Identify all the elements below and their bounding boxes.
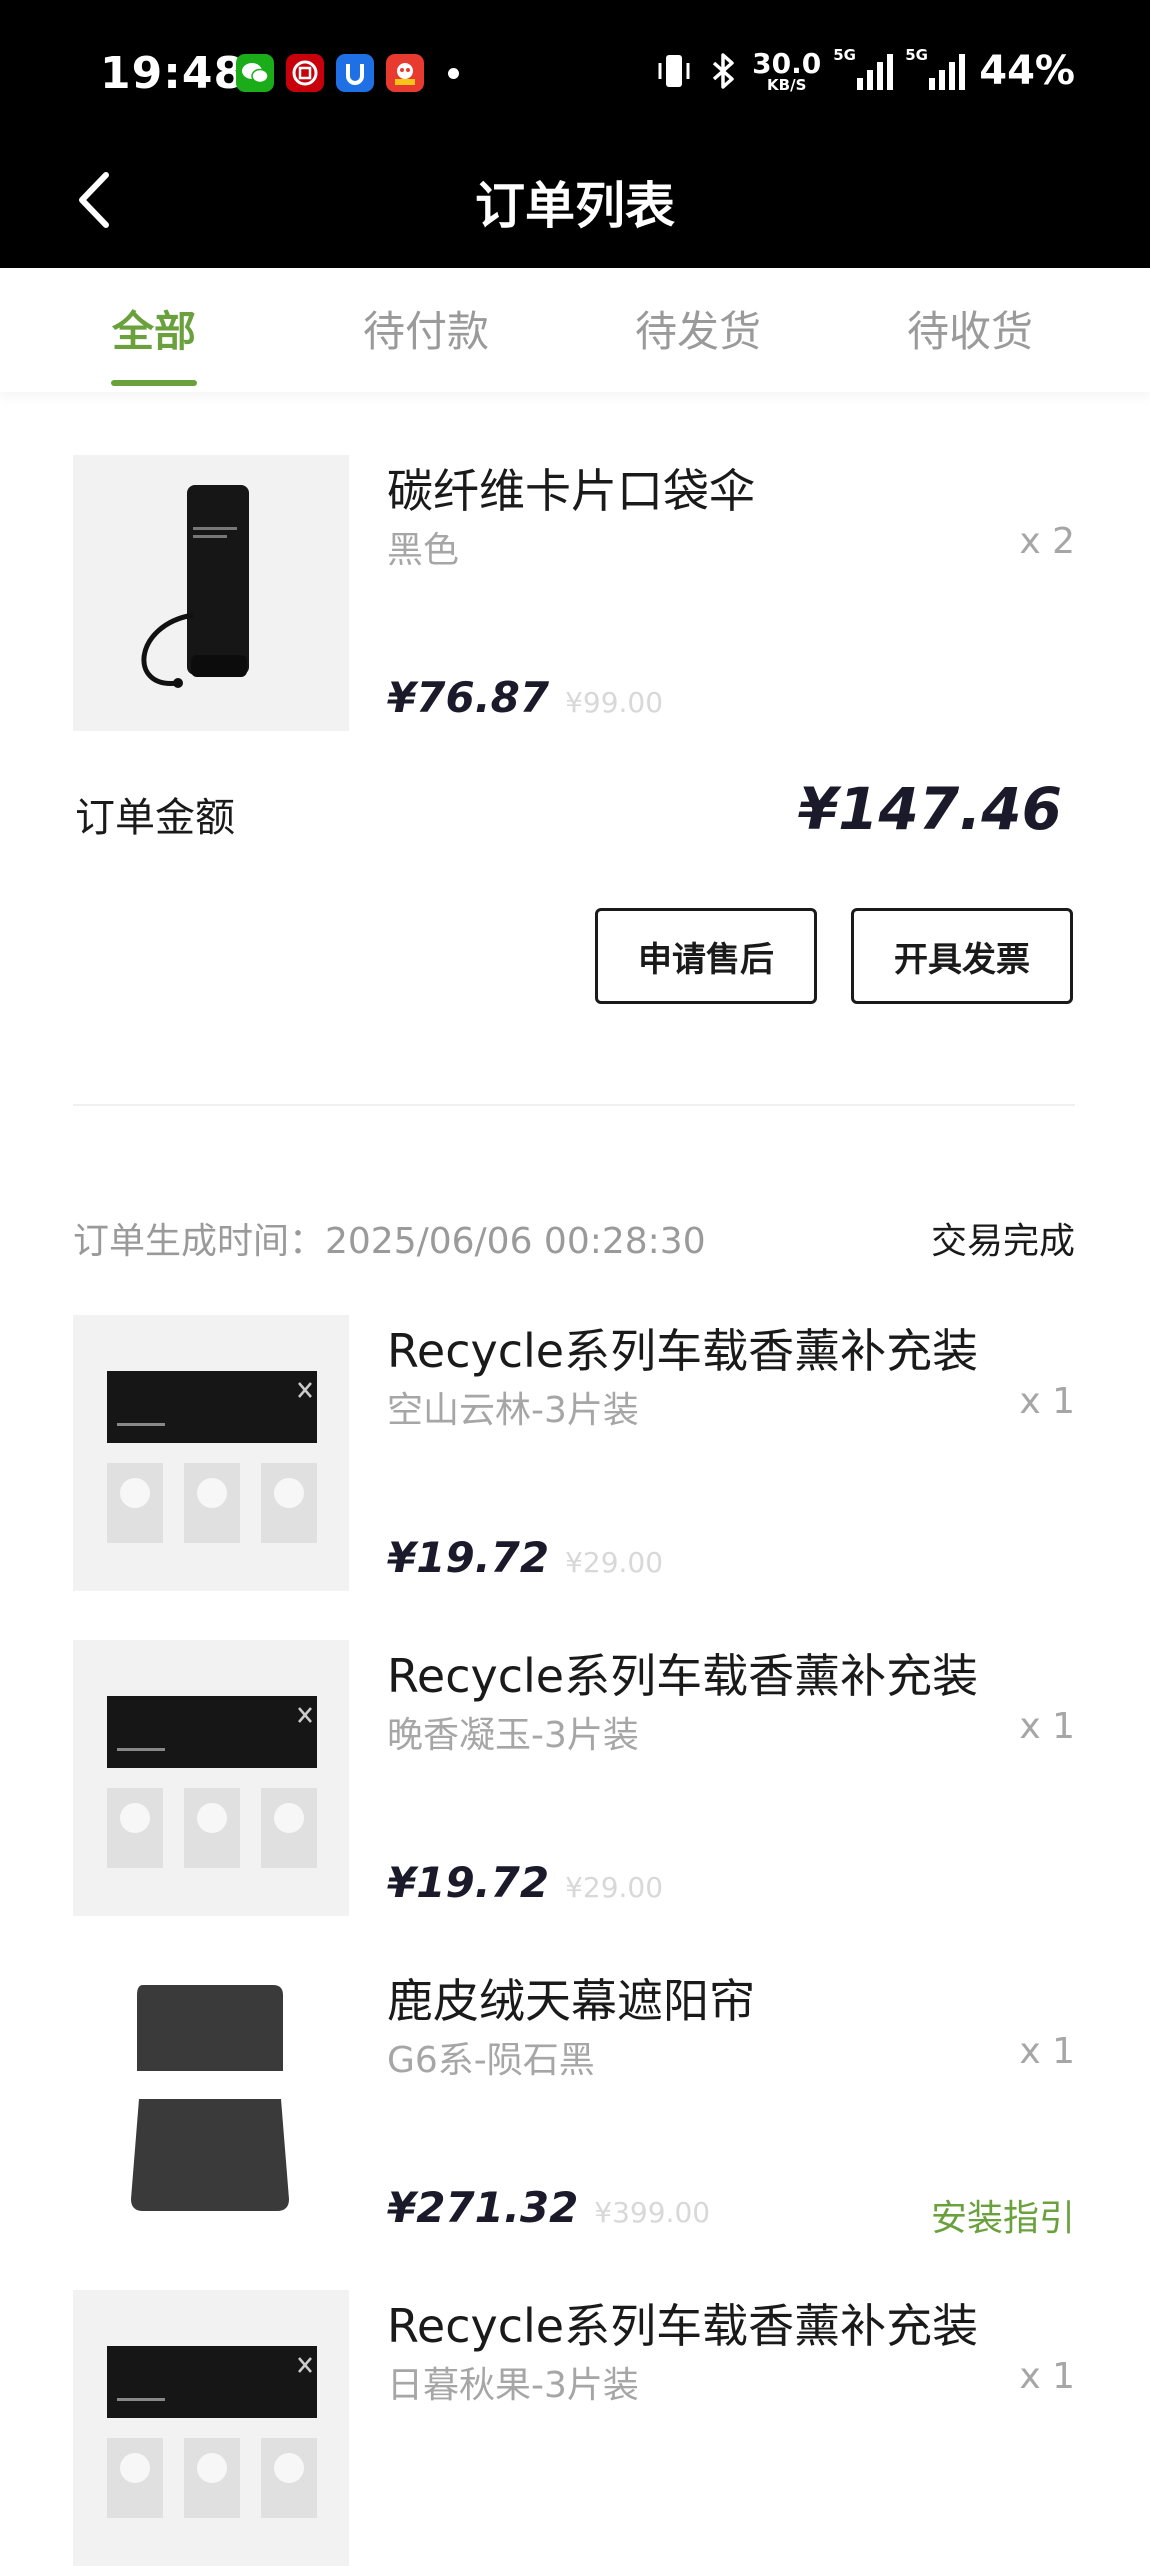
order-item[interactable]: Recycle系列车载香薰补充装 日暮秋果-3片装 x 1 bbox=[73, 2290, 1075, 2566]
status-time: 19:48 bbox=[100, 48, 246, 99]
tab-all[interactable]: 全部 bbox=[54, 298, 254, 359]
product-quantity: x 2 bbox=[1019, 521, 1075, 562]
order-created-time: 订单生成时间：2025/06/06 00:28:30 bbox=[73, 1221, 706, 1262]
product-name: Recycle系列车载香薰补充装 bbox=[387, 1324, 979, 1378]
order-total-label: 订单金额 bbox=[75, 795, 235, 841]
order-item[interactable]: Recycle系列车载香薰补充装 晚香凝玉-3片装 x 1 ¥19.72 ¥29.… bbox=[73, 1640, 1075, 1916]
product-original-price: ¥29.00 bbox=[565, 1871, 664, 1904]
order-status: 交易完成 bbox=[930, 1221, 1075, 1262]
after-sales-button[interactable]: 申请售后 bbox=[595, 908, 817, 1004]
net-speed-unit: KB/S bbox=[767, 75, 807, 94]
top-bar: 19:48 30.0 KB/S 5G 5G 44% 订单列表 bbox=[0, 0, 1150, 268]
net-speed-value: 30.0 bbox=[752, 46, 822, 80]
signal-icon-1: 5G bbox=[833, 46, 894, 90]
product-spec: 黑色 bbox=[387, 530, 460, 571]
app-red-icon bbox=[386, 54, 424, 92]
network-speed: 30.0 KB/S bbox=[752, 46, 822, 94]
product-name: 鹿皮绒天幕遮阳帘 bbox=[387, 1974, 755, 2028]
product-price: ¥19.72 bbox=[387, 1858, 550, 1907]
notification-dot-icon bbox=[448, 67, 459, 79]
product-quantity: x 1 bbox=[1019, 2031, 1075, 2072]
product-image-aroma-refill bbox=[73, 2290, 349, 2566]
product-original-price: ¥399.00 bbox=[594, 2196, 711, 2229]
product-spec: 日暮秋果-3片装 bbox=[387, 2365, 639, 2406]
signal-tag: 5G bbox=[833, 46, 856, 64]
product-name: Recycle系列车载香薰补充装 bbox=[387, 1649, 979, 1703]
product-price-row: ¥19.72 ¥29.00 bbox=[387, 1858, 663, 1907]
product-name: Recycle系列车载香薰补充装 bbox=[387, 2299, 979, 2353]
product-original-price: ¥29.00 bbox=[565, 1546, 664, 1579]
icbc-icon bbox=[286, 54, 324, 92]
product-quantity: x 1 bbox=[1019, 2356, 1075, 2397]
signal-tag: 5G bbox=[905, 46, 928, 64]
product-quantity: x 1 bbox=[1019, 1706, 1075, 1747]
order-item[interactable]: Recycle系列车载香薰补充装 空山云林-3片装 x 1 ¥19.72 ¥29.… bbox=[73, 1315, 1075, 1591]
bluetooth-icon bbox=[712, 53, 734, 89]
signal-icon-2: 5G bbox=[905, 46, 966, 90]
status-app-icons bbox=[236, 54, 459, 92]
status-indicators: 30.0 KB/S 5G 5G 44% bbox=[654, 46, 1075, 94]
invoice-button[interactable]: 开具发票 bbox=[851, 908, 1073, 1004]
product-spec: 晚香凝玉-3片装 bbox=[387, 1715, 639, 1756]
product-original-price: ¥99.00 bbox=[565, 686, 664, 719]
product-image-aroma-refill bbox=[73, 1640, 349, 1916]
product-spec: G6系-陨石黑 bbox=[387, 2040, 595, 2081]
product-name: 碳纤维卡片口袋伞 bbox=[387, 464, 755, 518]
page-title: 订单列表 bbox=[475, 177, 675, 235]
product-price-row: ¥271.32 ¥399.00 bbox=[387, 2183, 710, 2232]
product-price: ¥19.72 bbox=[387, 1533, 550, 1582]
install-guide-link[interactable]: 安装指引 bbox=[931, 2189, 1075, 2241]
app-blue-icon bbox=[336, 54, 374, 92]
order-item[interactable]: 鹿皮绒天幕遮阳帘 G6系-陨石黑 x 1 ¥271.32 ¥399.00 安装指引 bbox=[73, 1965, 1075, 2241]
product-quantity: x 1 bbox=[1019, 1381, 1075, 1422]
tab-pending-payment[interactable]: 待付款 bbox=[326, 298, 526, 359]
vibrate-icon bbox=[658, 55, 690, 87]
product-price-row: ¥19.72 ¥29.00 bbox=[387, 1533, 663, 1582]
product-price: ¥76.87 bbox=[387, 673, 550, 722]
battery-level: 44% bbox=[979, 48, 1075, 94]
product-image-aroma-refill bbox=[73, 1315, 349, 1591]
order-tabs: 全部 待付款 待发货 待收货 bbox=[0, 268, 1150, 392]
order-total-value: ¥147.46 bbox=[797, 775, 1062, 843]
tab-active-indicator bbox=[111, 380, 197, 386]
order-divider bbox=[73, 1104, 1075, 1106]
product-image-sunshade bbox=[73, 1965, 349, 2241]
product-image-umbrella bbox=[73, 455, 349, 731]
order-item[interactable]: 碳纤维卡片口袋伞 黑色 x 2 ¥76.87 ¥99.00 bbox=[73, 455, 1075, 731]
product-price-row: ¥76.87 ¥99.00 bbox=[387, 673, 663, 722]
tab-pending-receipt[interactable]: 待收货 bbox=[870, 298, 1070, 359]
product-spec: 空山云林-3片装 bbox=[387, 1390, 639, 1431]
wechat-icon bbox=[236, 54, 274, 92]
product-price: ¥271.32 bbox=[387, 2183, 579, 2232]
tab-pending-shipment[interactable]: 待发货 bbox=[598, 298, 798, 359]
